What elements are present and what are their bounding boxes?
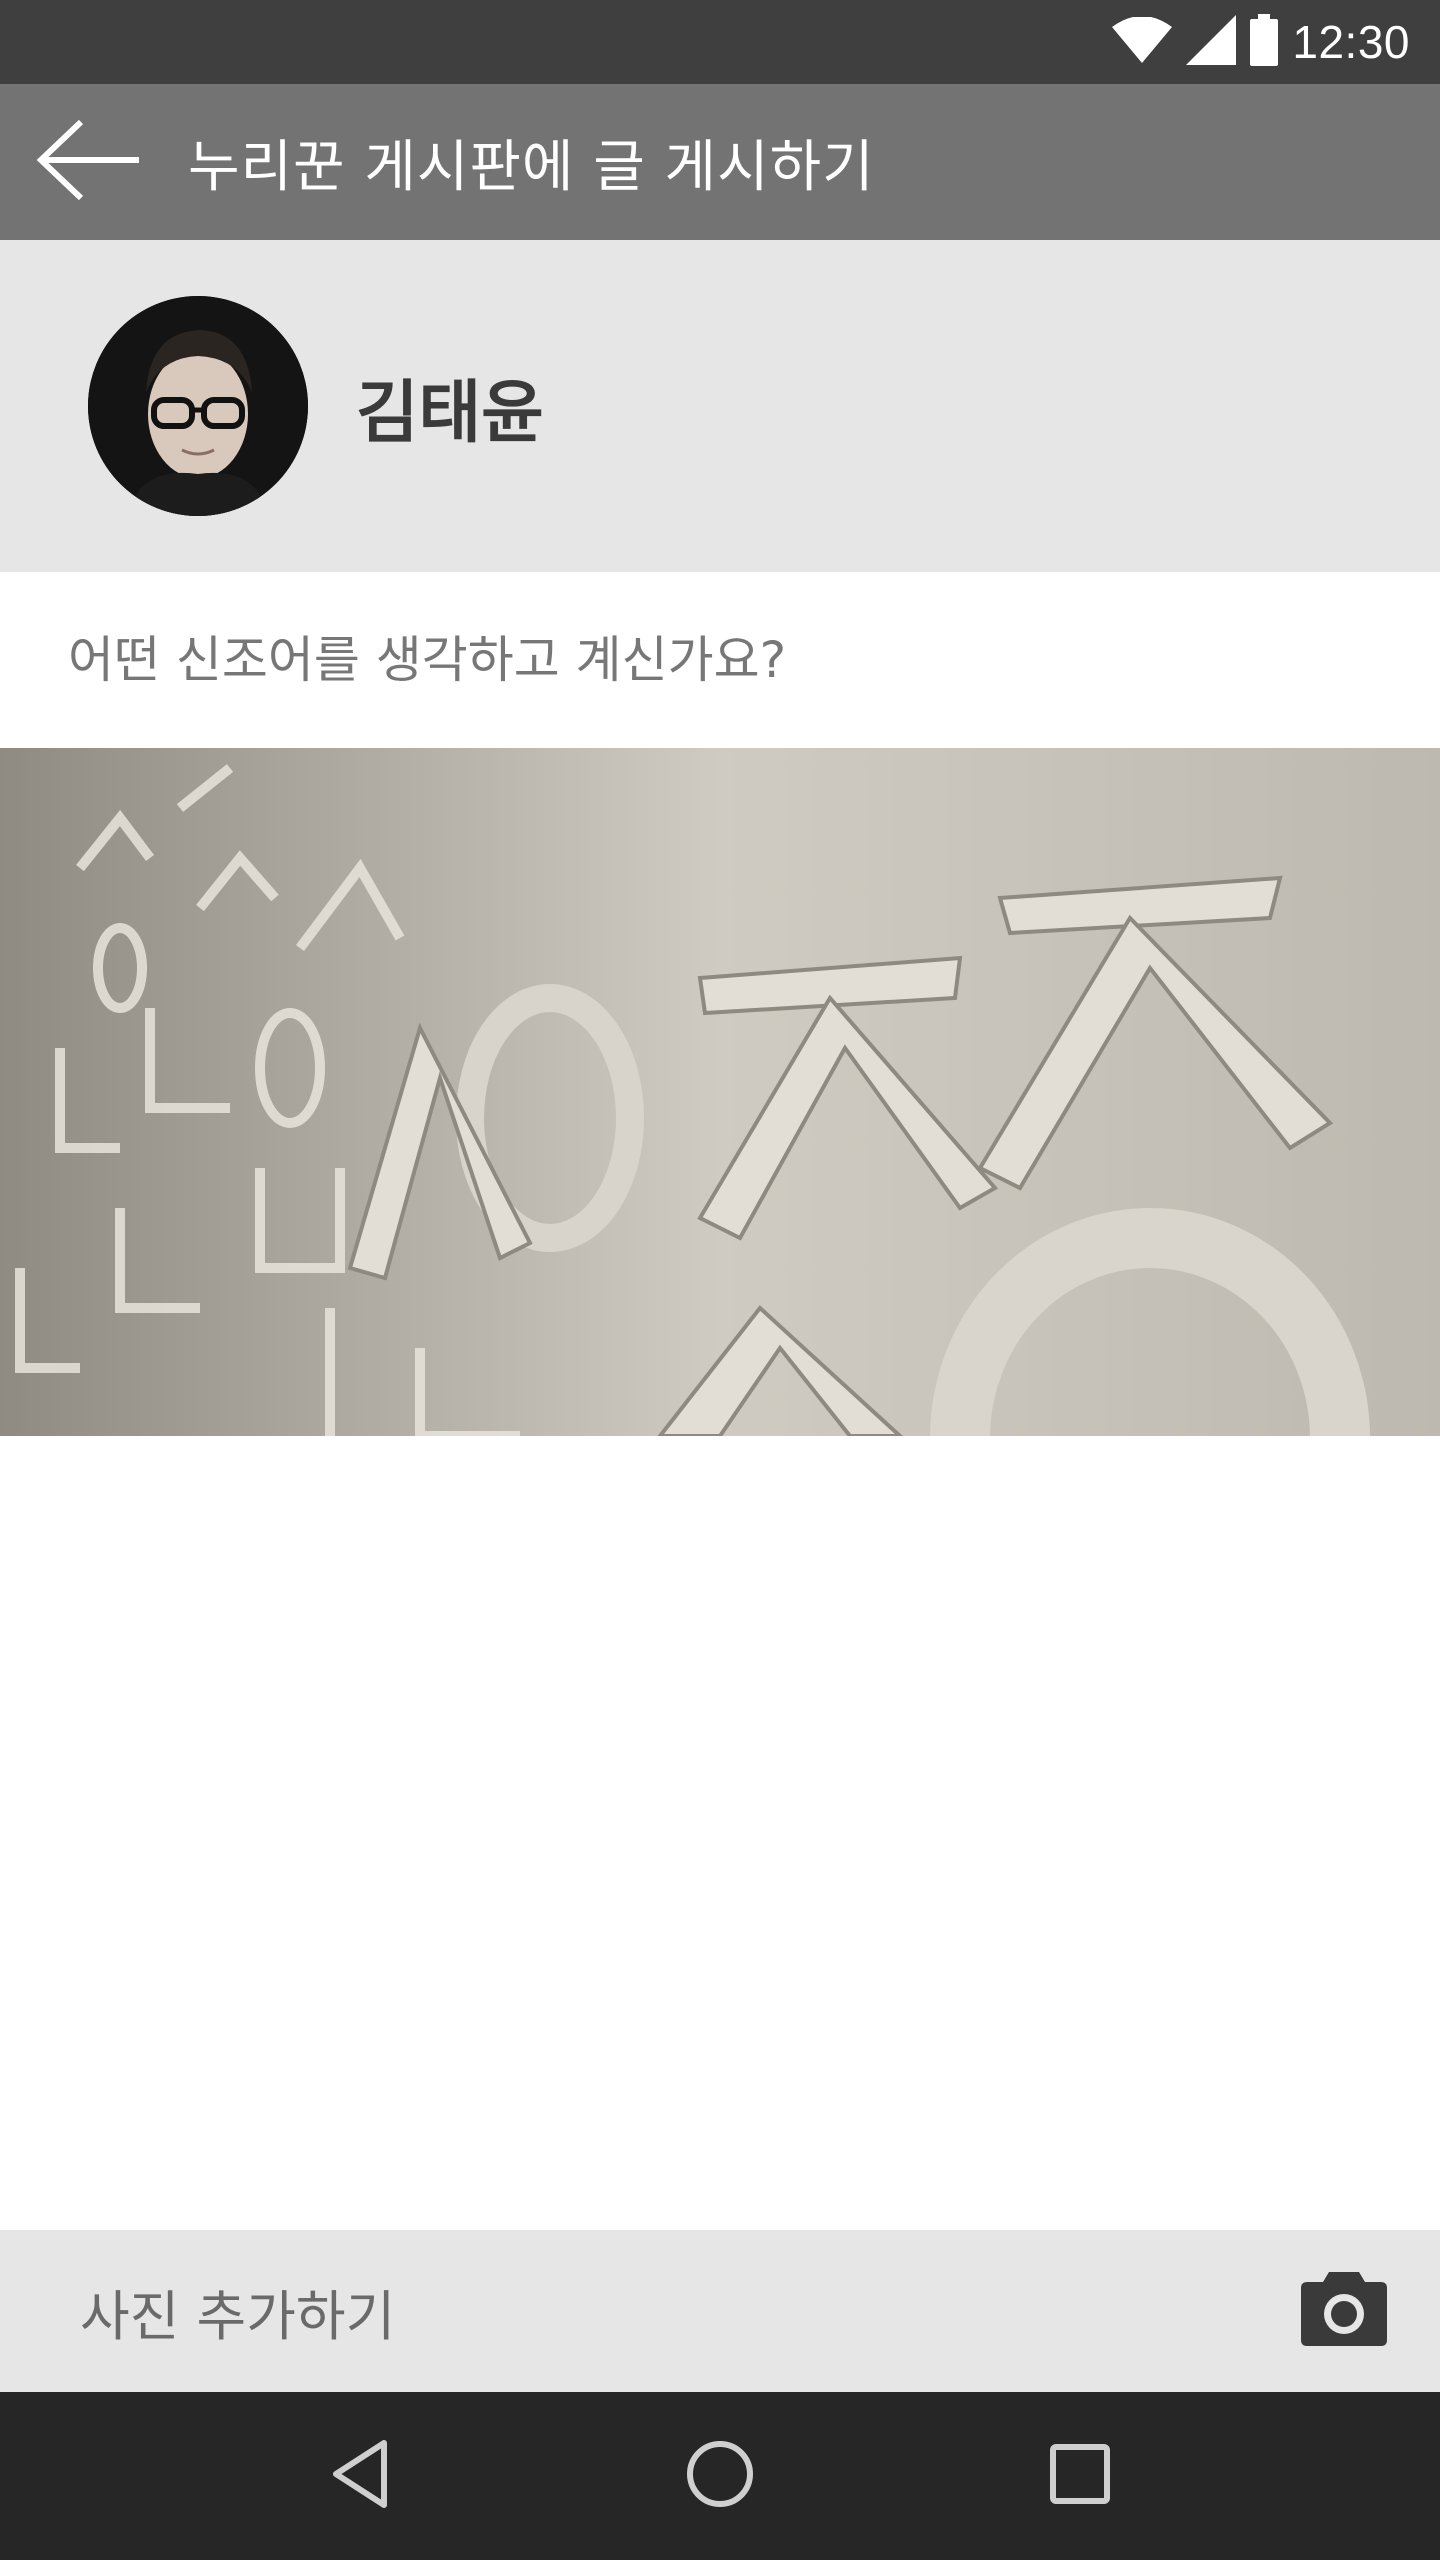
wifi-icon [1112,16,1173,67]
nav-back-button[interactable] [300,2416,420,2536]
avatar-portrait [88,296,308,516]
home-circle-icon [685,2439,755,2513]
back-button[interactable] [0,84,180,240]
camera-icon [1301,2272,1387,2350]
attached-photo [0,748,1440,1436]
screen: 12:30 누리꾼 게시판에 글 게시하기 김태윤 어떤 신조어를 생각하고 계… [0,0,1440,2560]
nav-recents-button[interactable] [1020,2416,1140,2536]
page-title: 누리꾼 게시판에 글 게시하기 [188,134,875,200]
add-photo-button[interactable] [1284,2251,1404,2371]
add-photo-label[interactable]: 사진 추가하기 [80,2272,395,2351]
add-photo-bar: 사진 추가하기 [0,2230,1440,2392]
arrow-left-icon [35,119,145,204]
back-triangle-icon [330,2439,390,2513]
system-nav-bar [0,2392,1440,2560]
post-text-input[interactable] [68,610,1368,710]
post-input-container [0,572,1440,748]
nav-home-button[interactable] [660,2416,780,2536]
signal-icon [1186,15,1237,69]
status-time: 12:30 [1292,16,1410,68]
hangul-wall-image [0,748,1440,1436]
user-name: 김태윤 [356,373,544,453]
app-bar: 누리꾼 게시판에 글 게시하기 [0,84,1440,240]
recents-square-icon [1049,2443,1111,2509]
status-icons: 12:30 [1112,0,1410,84]
profile-section: 김태윤 [0,240,1440,572]
battery-icon [1250,14,1279,70]
avatar [88,296,308,516]
status-bar: 12:30 [0,0,1440,84]
